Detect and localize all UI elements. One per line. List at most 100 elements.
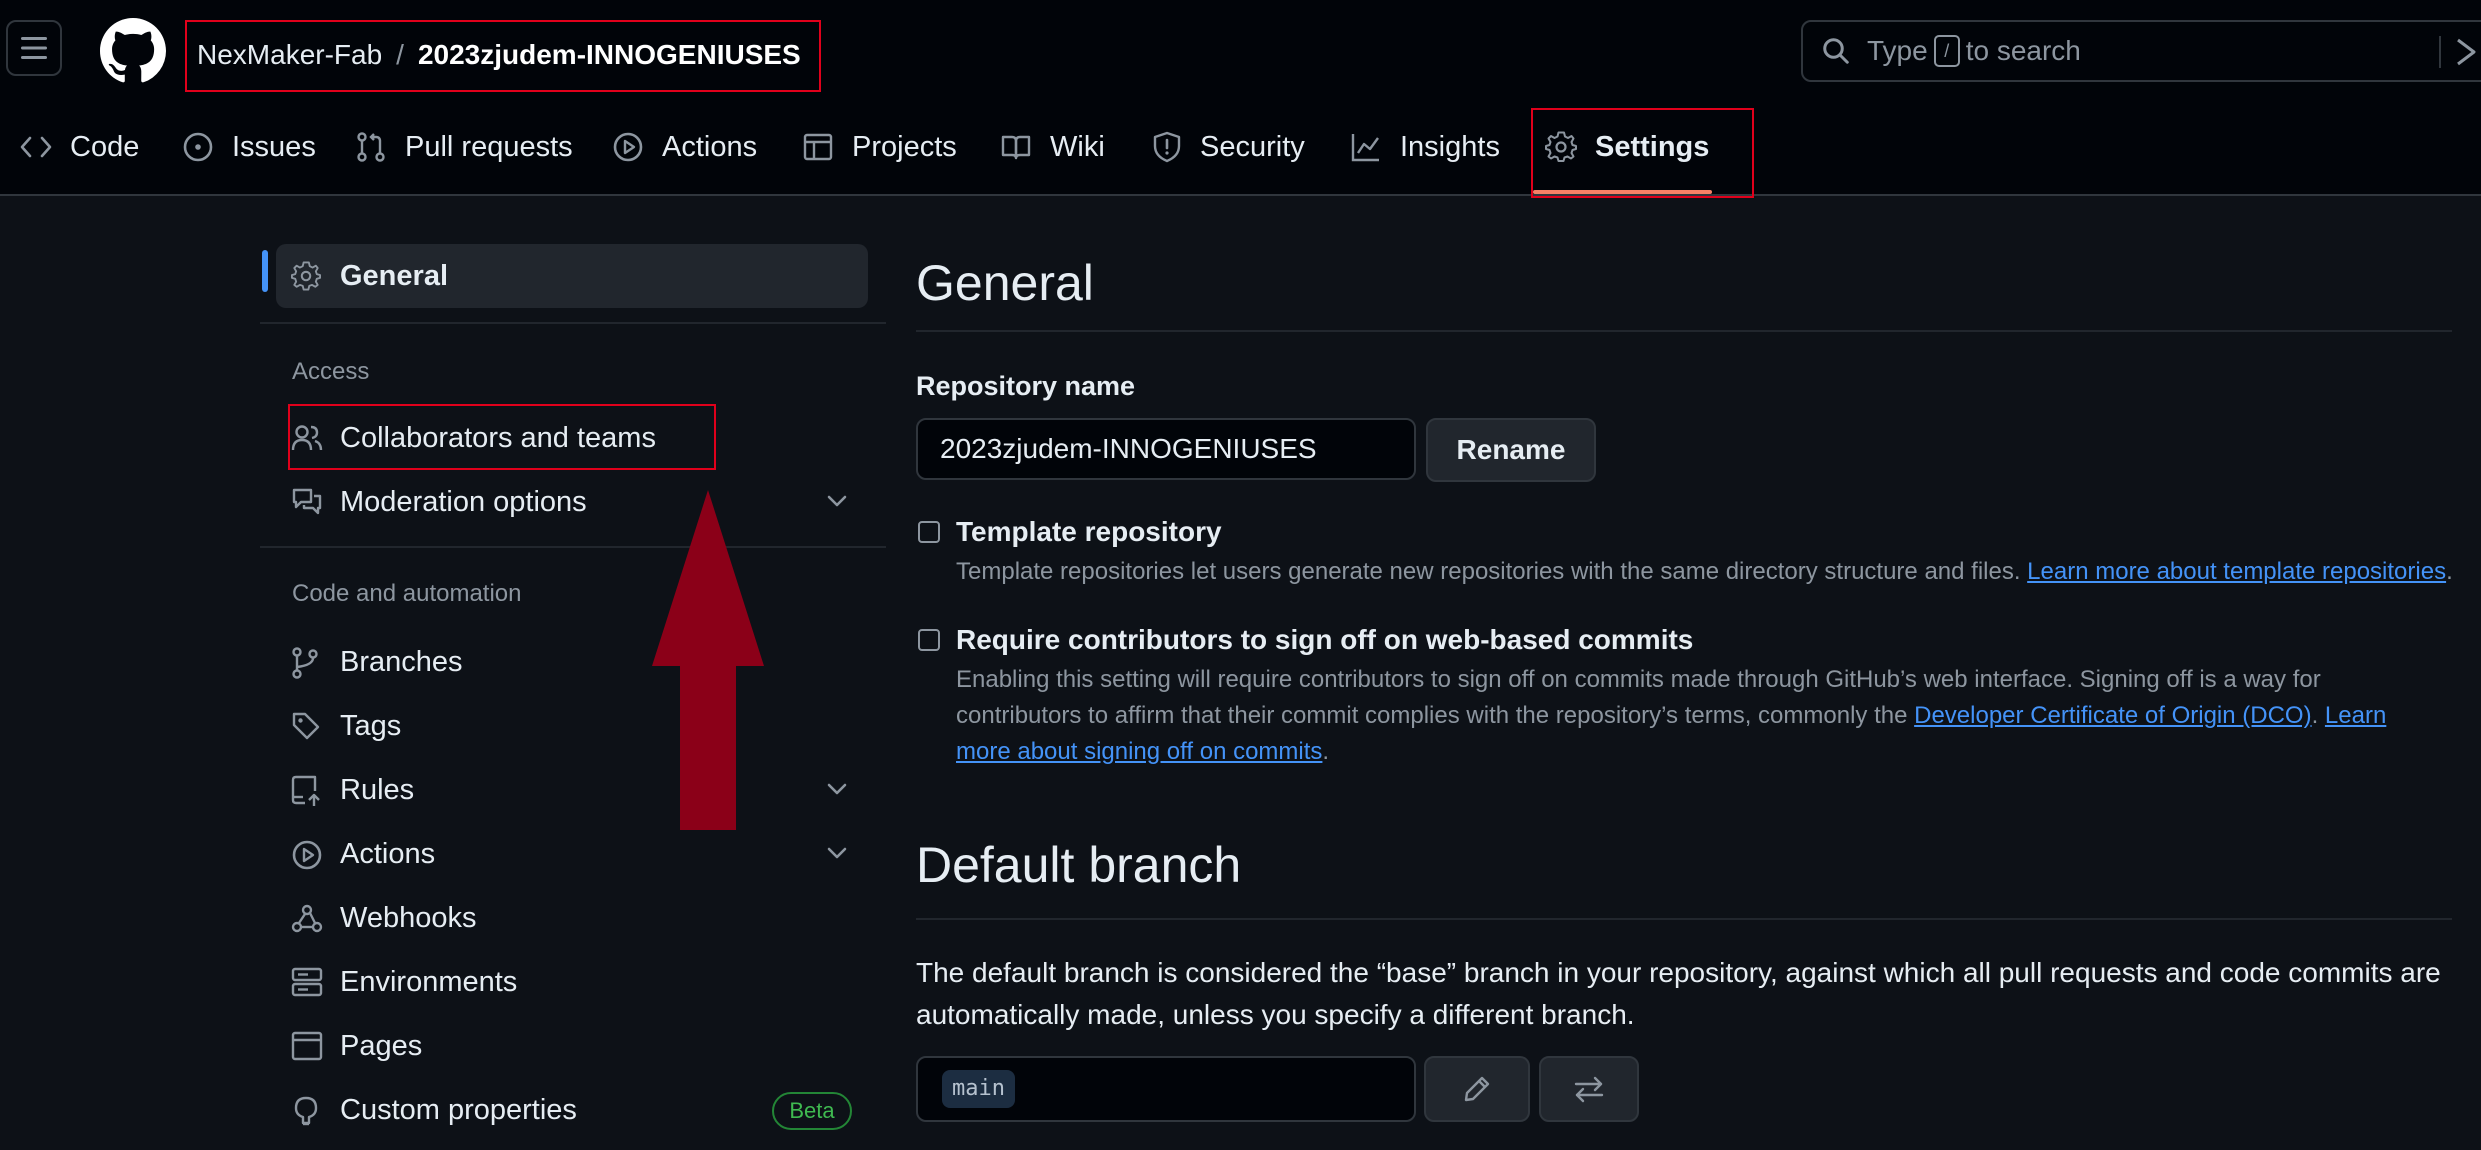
- sidebar-item-label: Pages: [340, 1029, 423, 1062]
- sidebar-item-rules[interactable]: Rules: [276, 758, 868, 822]
- search-shortcut-key: /: [1933, 35, 1960, 67]
- graph-icon: [1351, 134, 1379, 162]
- rename-button[interactable]: Rename: [1426, 418, 1596, 482]
- play-icon: [613, 132, 643, 162]
- default-branch-title: Default branch: [916, 837, 1242, 893]
- tab-security[interactable]: Security: [1152, 112, 1305, 182]
- tab-label: Projects: [852, 130, 957, 163]
- sidebar-item-actions[interactable]: Actions: [276, 822, 868, 886]
- code-icon: [20, 136, 52, 158]
- people-icon: [291, 425, 323, 451]
- sidebar-divider: [260, 322, 886, 324]
- command-palette-icon[interactable]: [2454, 32, 2478, 72]
- tab-projects[interactable]: Projects: [802, 112, 957, 182]
- active-item-indicator: [262, 250, 268, 292]
- chevron-down-icon[interactable]: [826, 778, 848, 800]
- tab-label: Issues: [232, 130, 316, 163]
- browser-icon: [291, 1031, 323, 1061]
- chevron-down-icon[interactable]: [826, 490, 848, 512]
- breadcrumb-separator: /: [396, 39, 404, 70]
- signoff-checkbox[interactable]: [918, 629, 940, 651]
- template-desc-text: Template repositories let users generate…: [956, 558, 2021, 585]
- sidebar-item-label: Webhooks: [340, 901, 477, 934]
- sidebar-item-collaborators[interactable]: Collaborators and teams: [276, 406, 868, 470]
- page-title: General: [916, 255, 1094, 311]
- tab-label: Insights: [1400, 130, 1500, 163]
- sidebar-item-webhooks[interactable]: Webhooks: [276, 886, 868, 950]
- tab-label: Wiki: [1050, 130, 1105, 163]
- play-icon: [292, 840, 322, 870]
- repo-name-input[interactable]: [916, 418, 1416, 480]
- sidebar-item-label: Environments: [340, 965, 518, 998]
- hamburger-icon: [21, 37, 47, 59]
- menu-button[interactable]: [6, 20, 62, 76]
- tab-settings[interactable]: Settings: [1545, 112, 1709, 182]
- tab-label: Security: [1200, 130, 1305, 163]
- sidebar-divider: [260, 546, 886, 548]
- tab-label: Actions: [662, 130, 758, 163]
- pencil-icon: [1464, 1076, 1490, 1102]
- git-branch-icon: [292, 647, 318, 679]
- sidebar-heading-code-automation: Code and automation: [292, 580, 522, 607]
- switch-branch-button[interactable]: [1539, 1056, 1639, 1122]
- section-divider: [916, 918, 2452, 920]
- sidebar-item-moderation[interactable]: Moderation options: [276, 470, 868, 534]
- sidebar-item-branches[interactable]: Branches: [276, 630, 868, 694]
- search-divider: [2439, 36, 2441, 68]
- sidebar-heading-access: Access: [292, 358, 370, 385]
- pull-request-icon: [357, 132, 385, 162]
- search-placeholder-start: Type: [1867, 35, 1928, 66]
- gear-icon: [1545, 131, 1577, 162]
- sidebar-item-label: Branches: [340, 645, 463, 678]
- webhook-icon: [291, 904, 323, 933]
- book-icon: [1001, 135, 1031, 160]
- signoff-desc-end: .: [1322, 738, 1330, 765]
- server-icon: [291, 967, 323, 997]
- sidebar-item-custom-properties[interactable]: Custom properties Beta: [276, 1078, 868, 1142]
- table-icon: [803, 133, 833, 161]
- sidebar-item-tags[interactable]: Tags: [276, 694, 868, 758]
- tab-label: Pull requests: [405, 130, 573, 163]
- repo-push-icon: [291, 775, 320, 806]
- search-icon: [1823, 38, 1849, 64]
- sidebar-item-environments[interactable]: Environments: [276, 950, 868, 1014]
- template-desc-end: .: [2446, 558, 2453, 585]
- search-input[interactable]: Type / to search: [1801, 20, 2481, 82]
- selected-tab-indicator: [1533, 190, 1712, 194]
- sidebar-item-label: Custom properties: [340, 1093, 577, 1126]
- default-branch-field: main: [916, 1056, 1416, 1122]
- signoff-desc-mid: .: [2311, 702, 2319, 729]
- gear-icon: [291, 261, 321, 291]
- tab-code[interactable]: Code: [20, 112, 139, 182]
- repo-name-label: Repository name: [916, 371, 1136, 401]
- sidebar-item-general[interactable]: General: [276, 244, 868, 308]
- default-branch-description: The default branch is considered the “ba…: [916, 957, 2441, 1030]
- search-placeholder-end: to search: [1965, 35, 2081, 66]
- sidebar-item-label: Collaborators and teams: [340, 421, 656, 454]
- rename-branch-button[interactable]: [1424, 1056, 1530, 1122]
- chevron-down-icon[interactable]: [826, 842, 848, 864]
- tab-insights[interactable]: Insights: [1350, 112, 1500, 182]
- tab-actions[interactable]: Actions: [612, 112, 757, 182]
- branch-name-tag: main: [942, 1070, 1015, 1108]
- tab-pull-requests[interactable]: Pull requests: [355, 112, 573, 182]
- note-icon: [294, 1096, 318, 1126]
- breadcrumb-repo[interactable]: 2023zjudem-INNOGENIUSES: [418, 39, 801, 71]
- signoff-description: Enabling this setting will require contr…: [956, 662, 2416, 770]
- template-learn-more-link[interactable]: Learn more about template repositories: [2027, 558, 2446, 585]
- tab-label: Code: [70, 130, 140, 163]
- tab-issues[interactable]: Issues: [182, 112, 316, 182]
- sidebar-item-pages[interactable]: Pages: [276, 1014, 868, 1078]
- issue-icon: [183, 132, 213, 162]
- sidebar-item-label: Tags: [340, 709, 402, 742]
- github-logo-icon[interactable]: [100, 18, 166, 84]
- tab-wiki[interactable]: Wiki: [1000, 112, 1105, 182]
- sidebar-item-label: Actions: [340, 837, 436, 870]
- repo-tabs: Code Issues Pull requests Actions Projec…: [0, 112, 2481, 194]
- dco-link[interactable]: Developer Certificate of Origin (DCO): [1914, 702, 2311, 729]
- template-repository-title: Template repository: [956, 516, 1222, 547]
- annotation-arrow-icon: [652, 490, 764, 830]
- breadcrumb-owner[interactable]: NexMaker-Fab: [197, 39, 382, 71]
- sidebar-item-label: General: [340, 259, 448, 292]
- template-repository-checkbox[interactable]: [918, 521, 940, 543]
